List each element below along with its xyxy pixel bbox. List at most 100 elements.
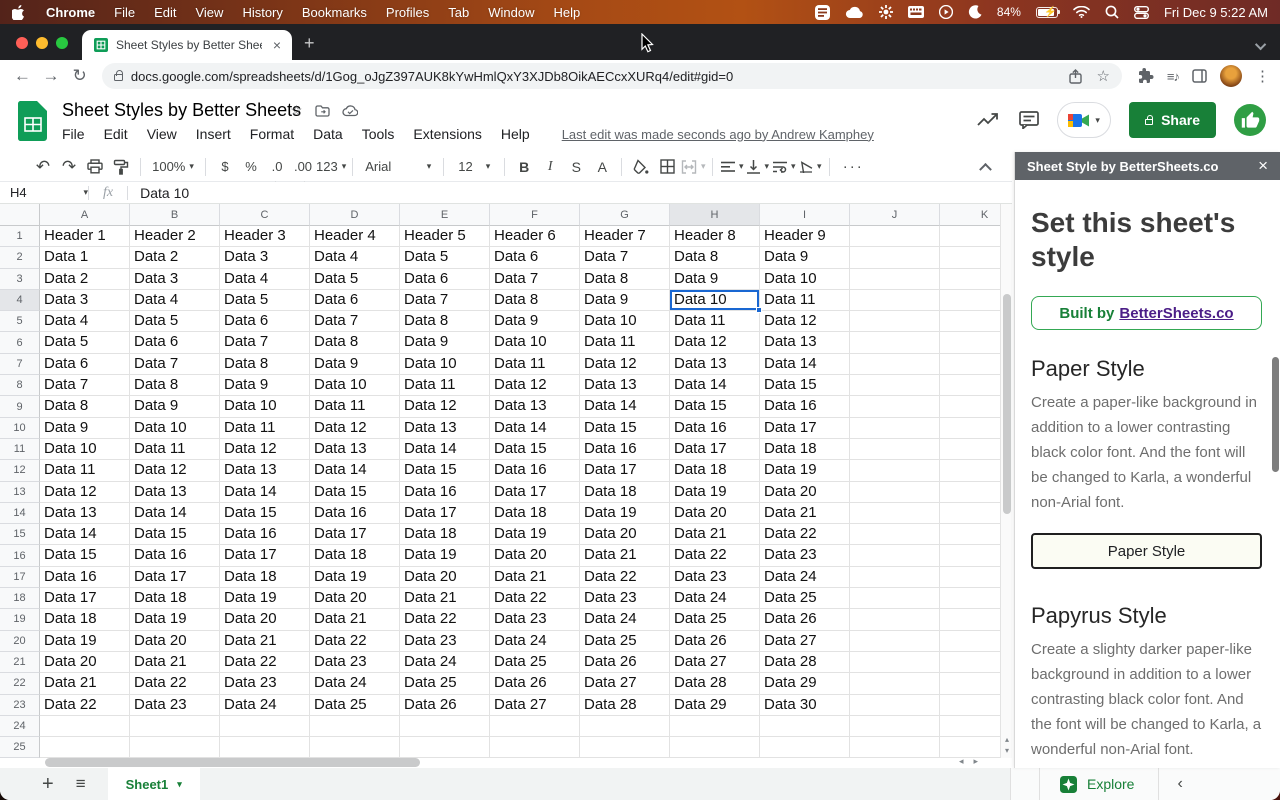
paint-format-button[interactable] [108, 155, 134, 179]
menubar-item-history[interactable]: History [242, 5, 282, 20]
cell-F1[interactable]: Header 6 [490, 226, 580, 248]
cell-I8[interactable]: Data 15 [760, 375, 850, 397]
cell-D21[interactable]: Data 23 [310, 651, 400, 674]
cell-J20[interactable] [850, 630, 940, 652]
row-header-24[interactable]: 24 [0, 715, 40, 738]
cell-F19[interactable]: Data 23 [490, 609, 580, 631]
cell-G19[interactable]: Data 24 [580, 609, 670, 631]
cell-E20[interactable]: Data 23 [400, 630, 490, 652]
cell-K21[interactable] [940, 652, 1000, 674]
cell-G3[interactable]: Data 8 [580, 268, 670, 290]
cell-C11[interactable]: Data 12 [220, 438, 310, 461]
cell-G16[interactable]: Data 21 [580, 545, 670, 567]
apple-menu-icon[interactable] [12, 4, 25, 20]
formula-input[interactable]: Data 10 [128, 185, 189, 201]
menubar-item-view[interactable]: View [195, 5, 223, 20]
cell-D19[interactable]: Data 21 [310, 609, 400, 631]
bookmark-star-icon[interactable]: ☆ [1096, 67, 1109, 85]
cell-K19[interactable] [940, 609, 1000, 631]
app-menu-help[interactable]: Help [501, 126, 530, 142]
increase-decimal-button[interactable]: .00 → [290, 155, 316, 186]
cell-H6[interactable]: Data 12 [670, 332, 760, 354]
cell-A6[interactable]: Data 5 [40, 332, 130, 354]
cell-C7[interactable]: Data 8 [220, 353, 310, 376]
cell-D8[interactable]: Data 10 [310, 375, 400, 397]
new-tab-button[interactable]: + [304, 33, 315, 54]
cell-G15[interactable]: Data 20 [580, 524, 670, 546]
cell-H25[interactable] [670, 737, 760, 758]
cell-C24[interactable] [220, 715, 310, 738]
cell-F17[interactable]: Data 21 [490, 566, 580, 589]
cell-F20[interactable]: Data 24 [490, 630, 580, 652]
cell-H12[interactable]: Data 18 [670, 460, 760, 482]
cell-K7[interactable] [940, 354, 1000, 376]
cell-I7[interactable]: Data 14 [760, 353, 850, 376]
cell-E22[interactable]: Data 25 [400, 673, 490, 695]
cell-F15[interactable]: Data 19 [490, 524, 580, 546]
row-header-6[interactable]: 6 [0, 332, 40, 354]
cell-E6[interactable]: Data 9 [400, 332, 490, 354]
cell-A7[interactable]: Data 6 [40, 353, 130, 376]
cell-G20[interactable]: Data 25 [580, 630, 670, 652]
cell-F21[interactable]: Data 25 [490, 651, 580, 674]
app-menu-data[interactable]: Data [313, 126, 343, 142]
cell-F24[interactable] [490, 715, 580, 738]
cell-D14[interactable]: Data 16 [310, 502, 400, 525]
cell-A19[interactable]: Data 18 [40, 609, 130, 631]
cell-B4[interactable]: Data 4 [130, 289, 220, 312]
cell-D11[interactable]: Data 13 [310, 438, 400, 461]
cell-K2[interactable] [940, 247, 1000, 269]
cell-G12[interactable]: Data 17 [580, 460, 670, 482]
play-circle-icon[interactable] [938, 5, 953, 19]
wifi-icon[interactable] [1073, 6, 1090, 18]
paper-style-button[interactable]: Paper Style [1031, 533, 1262, 569]
cell-I23[interactable]: Data 30 [760, 694, 850, 716]
cell-I20[interactable]: Data 27 [760, 630, 850, 652]
cell-B8[interactable]: Data 8 [130, 375, 220, 397]
cell-F12[interactable]: Data 16 [490, 460, 580, 482]
cell-K15[interactable] [940, 524, 1000, 546]
cell-I5[interactable]: Data 12 [760, 311, 850, 333]
cell-E5[interactable]: Data 8 [400, 311, 490, 333]
cell-G21[interactable]: Data 26 [580, 651, 670, 674]
menubar-item-chrome[interactable]: Chrome [46, 5, 95, 20]
app-menu-edit[interactable]: Edit [104, 126, 128, 142]
cell-G10[interactable]: Data 15 [580, 417, 670, 439]
cell-C5[interactable]: Data 6 [220, 311, 310, 333]
cell-E12[interactable]: Data 15 [400, 460, 490, 482]
cell-B16[interactable]: Data 16 [130, 545, 220, 567]
cell-G2[interactable]: Data 7 [580, 247, 670, 269]
cell-D6[interactable]: Data 8 [310, 332, 400, 354]
cell-A4[interactable]: Data 3 [40, 289, 130, 312]
vertical-scrollbar-thumb[interactable] [1003, 294, 1011, 514]
cell-H18[interactable]: Data 24 [670, 588, 760, 610]
cell-G22[interactable]: Data 27 [580, 673, 670, 695]
row-header-5[interactable]: 5 [0, 311, 40, 333]
cell-C1[interactable]: Header 3 [220, 226, 310, 248]
last-edit-link[interactable]: Last edit was made seconds ago by Andrew… [562, 127, 874, 142]
bold-button[interactable]: B [511, 155, 537, 179]
menubar-clock[interactable]: Fri Dec 9 5:22 AM [1164, 5, 1268, 20]
row-header-19[interactable]: 19 [0, 609, 40, 631]
cell-E19[interactable]: Data 22 [400, 609, 490, 631]
font-select[interactable]: Arial ▾ [359, 155, 437, 179]
cell-J6[interactable] [850, 332, 940, 354]
cell-J1[interactable] [850, 226, 940, 248]
cell-J24[interactable] [850, 715, 940, 738]
cell-F2[interactable]: Data 6 [490, 247, 580, 269]
cell-H11[interactable]: Data 17 [670, 438, 760, 461]
playlist-icon[interactable]: ≡♪ [1167, 69, 1180, 84]
cell-D18[interactable]: Data 20 [310, 588, 400, 610]
zoom-select[interactable]: 100% ▾ [147, 155, 199, 179]
cell-A9[interactable]: Data 8 [40, 396, 130, 418]
font-size-select[interactable]: 12 ▾ [450, 155, 498, 179]
row-header-10[interactable]: 10 [0, 417, 40, 439]
cell-J11[interactable] [850, 438, 940, 461]
sheet-tab-sheet1[interactable]: Sheet1 ▾ [107, 768, 200, 800]
cell-I21[interactable]: Data 28 [760, 651, 850, 674]
cell-D16[interactable]: Data 18 [310, 545, 400, 567]
cell-B9[interactable]: Data 9 [130, 396, 220, 418]
cell-B25[interactable] [130, 737, 220, 758]
cell-K17[interactable] [940, 567, 1000, 589]
cell-A17[interactable]: Data 16 [40, 566, 130, 589]
